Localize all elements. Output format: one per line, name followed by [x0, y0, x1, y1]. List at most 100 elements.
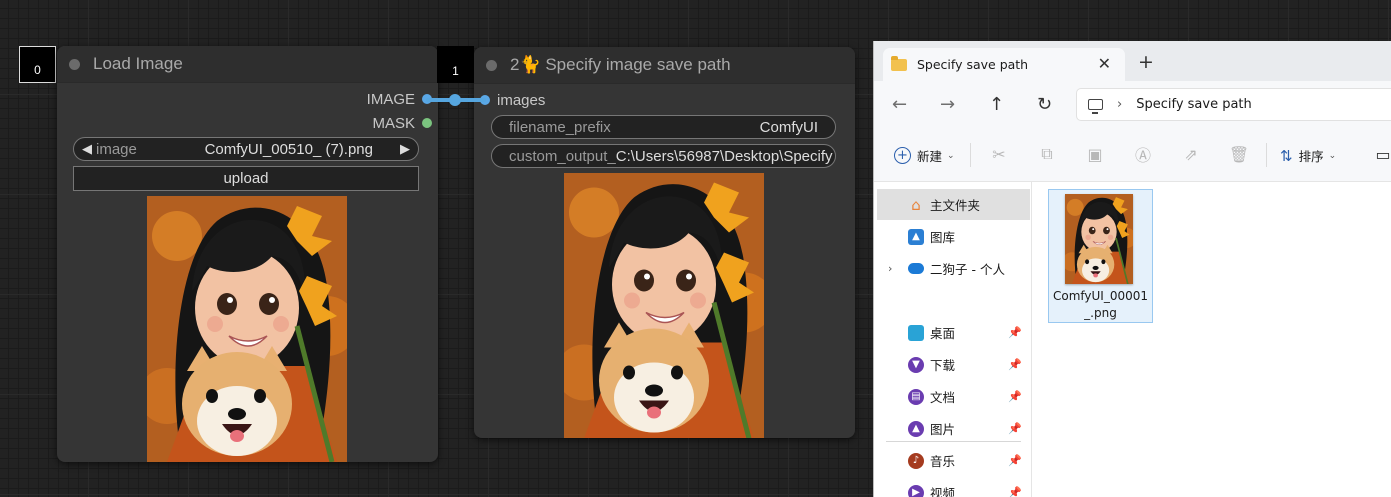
custom-output-widget[interactable]: custom_output_ C:\Users\56987\Desktop\Sp…: [491, 144, 836, 168]
chevron-down-icon: ⌄: [1328, 150, 1337, 161]
collapse-dot-icon[interactable]: [69, 58, 80, 70]
sidebar-item-downloads[interactable]: ▼ 下载 📌: [877, 349, 1030, 380]
videos-icon: ▶: [908, 484, 924, 497]
address-bar[interactable]: › Specify save path: [1076, 88, 1391, 121]
widget-label: filename_prefix: [509, 118, 611, 136]
tab-title: Specify save path: [917, 57, 1029, 72]
image-combo-widget[interactable]: ◀ image ComfyUI_00510_ (7).png ▶: [73, 137, 419, 161]
navigation-pane: ⌂ 主文件夹 ▲ 图库 › 二狗子 - 个人 桌面 📌 ▼ 下载 📌 ▤ 文档 …: [874, 182, 1032, 497]
forward-icon[interactable]: →: [940, 94, 955, 115]
sidebar-item-videos[interactable]: ▶ 视频 📌: [877, 477, 1030, 497]
sidebar-item-label: 音乐: [930, 454, 956, 469]
divider: [1266, 143, 1267, 167]
chevron-right-icon[interactable]: ›: [1117, 97, 1122, 112]
sidebar-item-desktop[interactable]: 桌面 📌: [877, 317, 1030, 348]
sort-button[interactable]: ⇅ 排序 ⌄: [1280, 146, 1336, 165]
divider: [970, 143, 971, 167]
next-arrow-icon[interactable]: ▶: [400, 141, 410, 157]
node-title: 2🐈 Specify image save path: [510, 55, 731, 74]
paste-icon[interactable]: ▣: [1086, 145, 1104, 164]
file-list: ComfyUI_00001 _.png: [1033, 182, 1391, 497]
upload-button[interactable]: upload: [73, 166, 419, 191]
node-id-badge: 0: [19, 46, 56, 83]
widget-value: ComfyUI_00510_ (7).png: [204, 140, 373, 158]
file-name: ComfyUI_00001 _.png: [1049, 288, 1152, 322]
slot-label: MASK: [372, 114, 415, 132]
file-item[interactable]: ComfyUI_00001 _.png: [1048, 189, 1153, 323]
copy-icon[interactable]: ⧉: [1038, 144, 1056, 163]
new-button[interactable]: + 新建 ⌄: [894, 146, 955, 165]
slot-connector-icon[interactable]: [422, 118, 432, 128]
up-icon[interactable]: ↑: [989, 94, 1004, 115]
pin-icon[interactable]: 📌: [1008, 358, 1022, 371]
sidebar-item-home[interactable]: ⌂ 主文件夹: [877, 189, 1030, 220]
pin-icon[interactable]: 📌: [1008, 454, 1022, 467]
breadcrumb[interactable]: Specify save path: [1136, 97, 1252, 112]
command-bar: + 新建 ⌄ ✂ ⧉ ▣ Ⓐ ⇗ 🗑 ⇅ 排序 ⌄ ▭: [874, 129, 1391, 182]
widget-value: ComfyUI: [759, 118, 818, 136]
sidebar-item-onedrive[interactable]: › 二狗子 - 个人: [877, 253, 1030, 284]
home-icon: ⌂: [911, 195, 921, 214]
download-icon: ▼: [908, 356, 924, 373]
back-icon[interactable]: ←: [892, 94, 907, 115]
share-icon[interactable]: ⇗: [1182, 145, 1200, 164]
sidebar-item-documents[interactable]: ▤ 文档 📌: [877, 381, 1030, 412]
filename-prefix-widget[interactable]: filename_prefix ComfyUI: [491, 115, 836, 139]
node-title-bar[interactable]: Load Image: [57, 46, 438, 83]
node-id-badge: 1: [437, 46, 474, 83]
sidebar-item-gallery[interactable]: ▲ 图库: [877, 221, 1030, 252]
image-preview: [564, 173, 764, 438]
gallery-icon: ▲: [908, 228, 924, 245]
collapse-dot-icon[interactable]: [486, 59, 497, 71]
desktop-icon: [908, 324, 924, 341]
sidebar-item-label: 视频: [930, 486, 956, 497]
chevron-down-icon: ⌄: [947, 150, 955, 161]
input-slot-images[interactable]: images: [480, 90, 545, 110]
sidebar-item-label: 桌面: [930, 326, 956, 341]
folder-icon: [891, 55, 907, 71]
link-midpoint-icon[interactable]: [449, 94, 461, 106]
prev-arrow-icon[interactable]: ◀: [82, 141, 92, 157]
sort-icon: ⇅: [1280, 146, 1293, 165]
tab-strip: Specify save path ✕ +: [874, 41, 1391, 81]
cut-icon[interactable]: ✂: [990, 145, 1008, 164]
file-thumbnail: [1065, 194, 1133, 284]
plus-icon: +: [894, 147, 911, 164]
file-name-line: ComfyUI_00001: [1052, 289, 1149, 303]
documents-icon: ▤: [908, 388, 924, 405]
music-icon: ♪: [908, 452, 924, 469]
slot-label: IMAGE: [366, 90, 415, 108]
sidebar-item-pictures[interactable]: ▲ 图片 📌: [877, 413, 1030, 444]
output-slot-image[interactable]: IMAGE: [367, 89, 432, 109]
close-icon[interactable]: ✕: [1098, 54, 1111, 73]
pin-icon[interactable]: 📌: [1008, 326, 1022, 339]
refresh-icon[interactable]: ↻: [1037, 94, 1052, 115]
file-name-line: _.png: [1084, 306, 1117, 320]
slot-label: images: [497, 91, 546, 109]
this-pc-icon: [1088, 99, 1103, 114]
pin-icon[interactable]: 📌: [1008, 486, 1022, 497]
sidebar-item-label: 图片: [930, 422, 956, 437]
pictures-icon: ▲: [908, 420, 924, 437]
delete-icon[interactable]: 🗑: [1229, 145, 1249, 164]
sidebar-item-label: 主文件夹: [930, 198, 981, 213]
widget-value: C:\Users\56987\Desktop\Specify: [615, 147, 833, 165]
file-explorer-window[interactable]: Specify save path ✕ + ← → ↑ ↻ › Specify …: [873, 41, 1391, 497]
pin-icon[interactable]: 📌: [1008, 422, 1022, 435]
sidebar-item-music[interactable]: ♪ 音乐 📌: [877, 445, 1030, 476]
node-title-bar[interactable]: 2🐈 Specify image save path: [474, 47, 855, 84]
chevron-right-icon[interactable]: ›: [888, 262, 892, 275]
sort-label: 排序: [1298, 149, 1324, 164]
navigation-bar: ← → ↑ ↻ › Specify save path: [874, 81, 1391, 129]
sidebar-item-label: 下载: [930, 358, 956, 373]
rename-icon[interactable]: Ⓐ: [1134, 145, 1152, 165]
output-slot-mask[interactable]: MASK: [372, 113, 432, 133]
view-icon[interactable]: ▭: [1374, 145, 1391, 164]
new-label: 新建: [917, 149, 943, 164]
tab-specify-save-path[interactable]: Specify save path ✕: [883, 48, 1125, 81]
image-preview: [147, 196, 347, 462]
pin-icon[interactable]: 📌: [1008, 390, 1022, 403]
onedrive-icon: [908, 263, 924, 274]
new-tab-button[interactable]: +: [1138, 53, 1154, 72]
sidebar-item-label: 图库: [930, 230, 956, 245]
